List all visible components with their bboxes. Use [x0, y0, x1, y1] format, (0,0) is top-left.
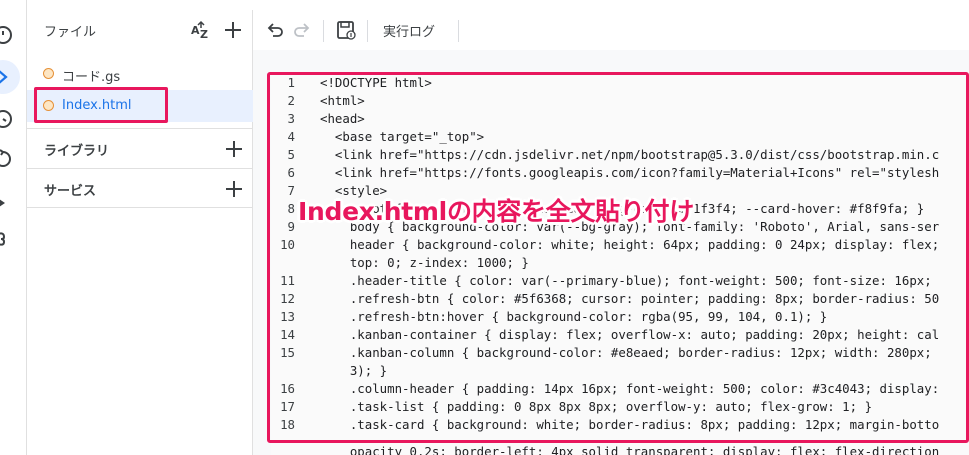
line-number: 9 — [287, 219, 295, 234]
line-number: 15 — [280, 345, 295, 360]
line-number: 1 — [287, 75, 295, 90]
line-text: .task-card { background: white; border-r… — [320, 417, 940, 432]
redo-icon[interactable] — [291, 19, 313, 41]
execution-log-button[interactable]: 実行ログ — [383, 21, 435, 40]
executions-icon[interactable] — [0, 146, 16, 172]
line-number: 2 — [287, 93, 295, 108]
line-text: .refresh-btn:hover { background-color: r… — [320, 309, 828, 324]
code-line: 3 <head> — [271, 110, 969, 128]
line-number: 11 — [280, 273, 295, 288]
toolbar-divider — [323, 20, 324, 42]
line-text: <link href="https://cdn.jsdelivr.net/npm… — [320, 147, 940, 162]
line-text-wrapped: 3); } — [320, 363, 388, 378]
code-editor-icon[interactable] — [0, 64, 16, 90]
section-services[interactable]: サービス — [27, 168, 253, 208]
code-line: 12 .refresh-btn { color: #5f6368; cursor… — [271, 290, 969, 308]
svg-text:A: A — [191, 24, 200, 37]
triggers-icon[interactable] — [0, 106, 16, 132]
line-text: .column-header { padding: 14px 16px; fon… — [320, 381, 940, 396]
file-name: Index.html — [62, 98, 132, 113]
code-line: 5 <link href="https://cdn.jsdelivr.net/n… — [271, 146, 969, 164]
toolbar-divider — [367, 20, 368, 42]
line-number: 18 — [280, 417, 295, 432]
line-number: 12 — [280, 291, 295, 306]
code-line: 1 <!DOCTYPE html> — [271, 74, 969, 92]
code-line: 16 .column-header { padding: 14px 16px; … — [271, 380, 969, 398]
add-service-icon[interactable] — [223, 178, 245, 200]
line-text: opacity 0.2s; border-left: 4px solid tra… — [320, 444, 940, 455]
code-area[interactable]: 1 <!DOCTYPE html> 2 <html> 3 <head> 4 <base… — [271, 74, 969, 455]
save-project-icon[interactable] — [335, 19, 357, 41]
code-editor[interactable]: 1 <!DOCTYPE html> 2 <html> 3 <head> 4 <base… — [253, 50, 969, 455]
line-text: <!DOCTYPE html> — [320, 75, 432, 90]
line-number: 16 — [280, 381, 295, 396]
code-line: 17 .task-list { padding: 0 8px 8px 8px; … — [271, 398, 969, 416]
line-text: <base target="_top"> — [320, 129, 485, 144]
line-number: 5 — [287, 147, 295, 162]
line-text: .header-title { color: var(--primary-blu… — [320, 273, 932, 288]
line-number: 8 — [287, 201, 295, 216]
project-settings-icon[interactable] — [0, 190, 16, 216]
overview-icon[interactable] — [0, 22, 16, 48]
files-panel-header: ファイル A Z — [27, 10, 253, 50]
annotation-text: Index.htmlの内容を全文貼り付け — [298, 197, 694, 226]
code-line-partial: opacity 0.2s; border-left: 4px solid tra… — [271, 443, 969, 455]
line-text: header { background-color: white; height… — [320, 237, 940, 252]
code-line: 2 <html> — [271, 92, 969, 110]
section-label: サービス — [44, 184, 97, 199]
editor-toolbar: 実行ログ — [253, 10, 969, 50]
line-number: 13 — [280, 309, 295, 324]
files-panel-title: ファイル — [44, 25, 97, 40]
line-text: .refresh-btn { color: #5f6368; cursor: p… — [320, 291, 940, 306]
line-number: 17 — [280, 399, 295, 414]
line-text: <head> — [320, 111, 365, 126]
sort-az-icon[interactable]: A Z — [190, 19, 212, 41]
code-line: 14 .kanban-container { display: flex; ov… — [271, 326, 969, 344]
code-line: 10 header { background-color: white; hei… — [271, 236, 969, 272]
line-number: 3 — [287, 111, 295, 126]
line-number: 10 — [280, 237, 295, 252]
file-item-index-html[interactable]: Index.html — [27, 90, 253, 122]
code-line: 18 .task-card { background: white; borde… — [271, 416, 969, 434]
svg-text:Z: Z — [200, 28, 208, 41]
add-file-icon[interactable] — [222, 19, 244, 41]
line-text: <link href="https://fonts.googleapis.com… — [320, 165, 940, 180]
file-status-dot-icon — [43, 68, 54, 79]
section-label: ライブラリ — [44, 144, 110, 159]
line-number: 4 — [287, 129, 295, 144]
line-text: .kanban-container { display: flex; overf… — [320, 327, 940, 342]
file-name: コード.gs — [62, 70, 121, 85]
line-number: 6 — [287, 165, 295, 180]
code-line: 15 .kanban-column { background-color: #e… — [271, 344, 969, 380]
code-line: 11 .header-title { color: var(--primary-… — [271, 272, 969, 290]
files-panel: ファイル A Z コード.gs Index.html ライブラリ サービス — [27, 10, 253, 455]
line-text-wrapped: top: 0; z-index: 1000; } — [320, 255, 529, 270]
add-library-icon[interactable] — [223, 138, 245, 160]
code-line: 4 <base target="_top"> — [271, 128, 969, 146]
toolbar-divider — [458, 20, 459, 42]
left-rail — [0, 0, 27, 455]
undo-icon[interactable] — [264, 19, 286, 41]
section-libraries[interactable]: ライブラリ — [27, 128, 253, 168]
line-text: .kanban-column { background-color: #e8ea… — [320, 345, 932, 360]
settings-icon[interactable] — [0, 226, 16, 252]
line-text: .task-list { padding: 0 8px 8px 8px; ove… — [320, 399, 873, 414]
file-item-code-gs[interactable]: コード.gs — [27, 58, 253, 90]
line-number: 7 — [287, 183, 295, 198]
code-line: 13 .refresh-btn:hover { background-color… — [271, 308, 969, 326]
file-status-dot-icon — [43, 100, 54, 111]
code-line: 6 <link href="https://fonts.googleapis.c… — [271, 164, 969, 182]
line-number: 14 — [280, 327, 295, 342]
line-text: <html> — [320, 93, 365, 108]
